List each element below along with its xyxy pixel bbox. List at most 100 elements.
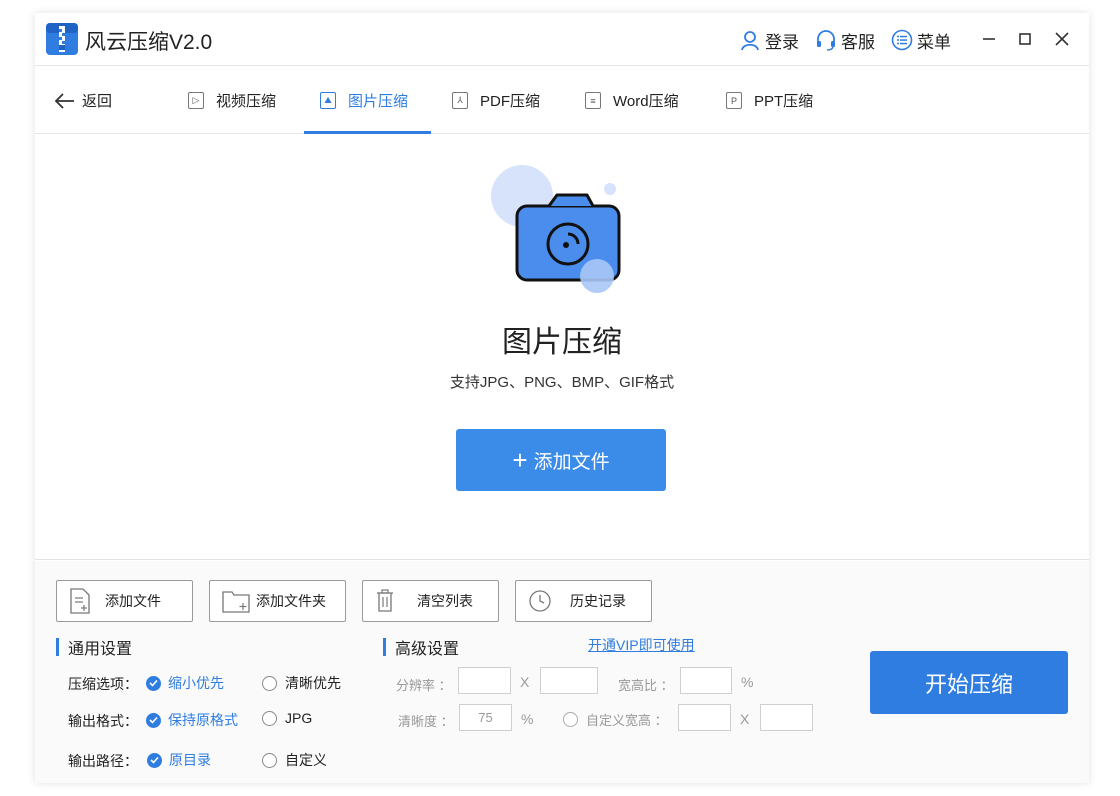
add-file-label: 添加文件 — [533, 451, 610, 473]
tab-label: Word压缩 — [613, 93, 679, 110]
clock-icon — [529, 590, 551, 612]
aspect-ratio-label: 宽高比 ： — [618, 678, 674, 693]
title-bar: 风云压缩V2.0 登录 客服 菜单 — [35, 13, 1089, 66]
radio-label: 自定义宽高 ： — [586, 713, 668, 728]
general-settings-label: 通用设置 — [68, 641, 133, 658]
login-label: 登录 — [765, 32, 799, 52]
radio-empty-icon — [563, 712, 578, 727]
app-logo-icon — [46, 23, 78, 55]
customer-service-button[interactable]: 客服 — [815, 27, 875, 53]
radio-custom-size[interactable]: 自定义宽高 ： — [563, 710, 668, 729]
radio-label: 清晰优先 — [285, 675, 341, 691]
supported-formats-text: 支持JPG、PNG、BMP、GIF格式 — [449, 374, 675, 391]
menu-label: 菜单 — [917, 32, 951, 52]
video-icon: ▷ — [188, 92, 204, 109]
tab-video-compress[interactable]: ▷ 视频压缩 — [188, 90, 276, 111]
radio-label: 缩小优先 — [168, 675, 224, 691]
history-button[interactable]: 历史记录 — [515, 580, 652, 622]
radio-empty-icon — [262, 710, 277, 726]
user-icon — [741, 31, 759, 51]
clear-list-button[interactable]: 清空列表 — [362, 580, 499, 622]
back-label: 返回 — [82, 93, 113, 110]
output-format-label: 输出格式： — [68, 713, 138, 729]
drop-area[interactable]: 图片压缩 支持JPG、PNG、BMP、GIF格式 + 添加文件 — [35, 134, 1089, 560]
percent-sign: % — [521, 711, 534, 727]
folder-add-icon — [222, 591, 250, 613]
radio-empty-icon — [262, 675, 277, 691]
check-circle-icon — [147, 752, 162, 768]
advanced-settings-label: 高级设置 — [395, 641, 460, 658]
radio-keep-format[interactable]: 保持原格式 — [146, 710, 238, 730]
percent-sign: % — [741, 674, 754, 690]
clarity-label: 清晰度 ： — [398, 714, 454, 729]
app-title: 风云压缩V2.0 — [85, 31, 213, 54]
settings-panel: 添加文件 添加文件夹 清空列表 历史记录 通用设置 压缩选项： 缩小优先 清晰优… — [35, 561, 1089, 783]
open-vip-link[interactable]: 开通VIP即可使用 — [588, 635, 695, 655]
menu-button[interactable]: 菜单 — [891, 27, 951, 53]
tab-ppt-compress[interactable]: P PPT压缩 — [726, 90, 813, 111]
camera-icon — [491, 165, 621, 293]
toolbar-add-file-button[interactable]: 添加文件 — [56, 580, 193, 622]
tab-image-compress[interactable]: ⛰ 图片压缩 — [320, 90, 408, 111]
file-add-icon — [70, 588, 90, 614]
image-icon: ⛰ — [320, 92, 336, 109]
general-settings-title: 通用设置 — [56, 635, 132, 659]
aspect-ratio-input[interactable] — [680, 667, 732, 694]
menu-icon — [891, 29, 913, 51]
ppt-icon: P — [726, 92, 742, 109]
resolution-label: 分辨率 ： — [396, 678, 452, 693]
trash-icon — [377, 589, 393, 612]
clear-list-label: 清空列表 — [417, 593, 473, 609]
check-circle-icon — [146, 712, 161, 728]
radio-empty-icon — [262, 752, 277, 768]
tab-word-compress[interactable]: ≡ Word压缩 — [585, 90, 679, 111]
close-icon[interactable] — [1052, 29, 1072, 49]
radio-shrink-priority[interactable]: 缩小优先 — [146, 673, 224, 693]
minimize-icon[interactable] — [979, 29, 999, 49]
radio-label: 保持原格式 — [168, 712, 238, 728]
login-button[interactable]: 登录 — [739, 27, 799, 53]
radio-label: 自定义 — [285, 752, 327, 768]
advanced-settings-title: 高级设置 — [383, 635, 459, 659]
hero-title: 图片压缩 — [502, 326, 622, 359]
app-window: 风云压缩V2.0 登录 客服 菜单 返回 ▷ 视频压缩 ⛰ 图片压缩 ⅄ PDF… — [35, 13, 1089, 783]
tab-pdf-compress[interactable]: ⅄ PDF压缩 — [452, 90, 540, 111]
tab-label: PDF压缩 — [480, 93, 541, 110]
resolution-width-input[interactable] — [458, 667, 511, 694]
start-compress-button[interactable]: 开始压缩 — [870, 651, 1068, 714]
plus-icon: + — [512, 445, 528, 475]
headset-icon — [817, 30, 835, 51]
service-label: 客服 — [841, 32, 875, 52]
x-separator: X — [740, 711, 750, 727]
toolbar-add-folder-label: 添加文件夹 — [256, 593, 326, 609]
history-label: 历史记录 — [570, 593, 626, 609]
back-button[interactable]: 返回 — [54, 90, 112, 111]
tab-label: 图片压缩 — [348, 93, 409, 110]
radio-label: 原目录 — [169, 752, 211, 768]
maximize-icon[interactable] — [1015, 29, 1035, 49]
radio-label: JPG — [285, 710, 313, 726]
section-marker — [383, 638, 386, 656]
toolbar-add-folder-button[interactable]: 添加文件夹 — [209, 580, 346, 622]
resolution-height-input[interactable] — [540, 667, 598, 694]
radio-original-dir[interactable]: 原目录 — [147, 750, 211, 770]
radio-jpg[interactable]: JPG — [262, 710, 312, 726]
check-circle-icon — [146, 675, 161, 691]
section-marker — [56, 638, 59, 656]
output-path-label: 输出路径： — [68, 753, 138, 769]
arrow-left-icon — [54, 92, 74, 109]
tab-label: PPT压缩 — [754, 93, 814, 110]
radio-clarity-priority[interactable]: 清晰优先 — [262, 673, 341, 693]
pdf-icon: ⅄ — [452, 92, 468, 109]
x-separator: X — [520, 674, 530, 690]
radio-custom-path[interactable]: 自定义 — [262, 750, 327, 770]
word-icon: ≡ — [585, 92, 601, 109]
compress-option-label: 压缩选项： — [68, 676, 138, 692]
tab-label: 视频压缩 — [216, 93, 277, 110]
toolbar-add-file-label: 添加文件 — [105, 593, 161, 609]
nav-bar: 返回 ▷ 视频压缩 ⛰ 图片压缩 ⅄ PDF压缩 ≡ Word压缩 P PPT压… — [35, 66, 1089, 134]
custom-width-input[interactable] — [678, 704, 731, 731]
add-file-button[interactable]: + 添加文件 — [456, 429, 666, 491]
clarity-input[interactable]: 75 — [459, 704, 512, 731]
custom-height-input[interactable] — [760, 704, 813, 731]
